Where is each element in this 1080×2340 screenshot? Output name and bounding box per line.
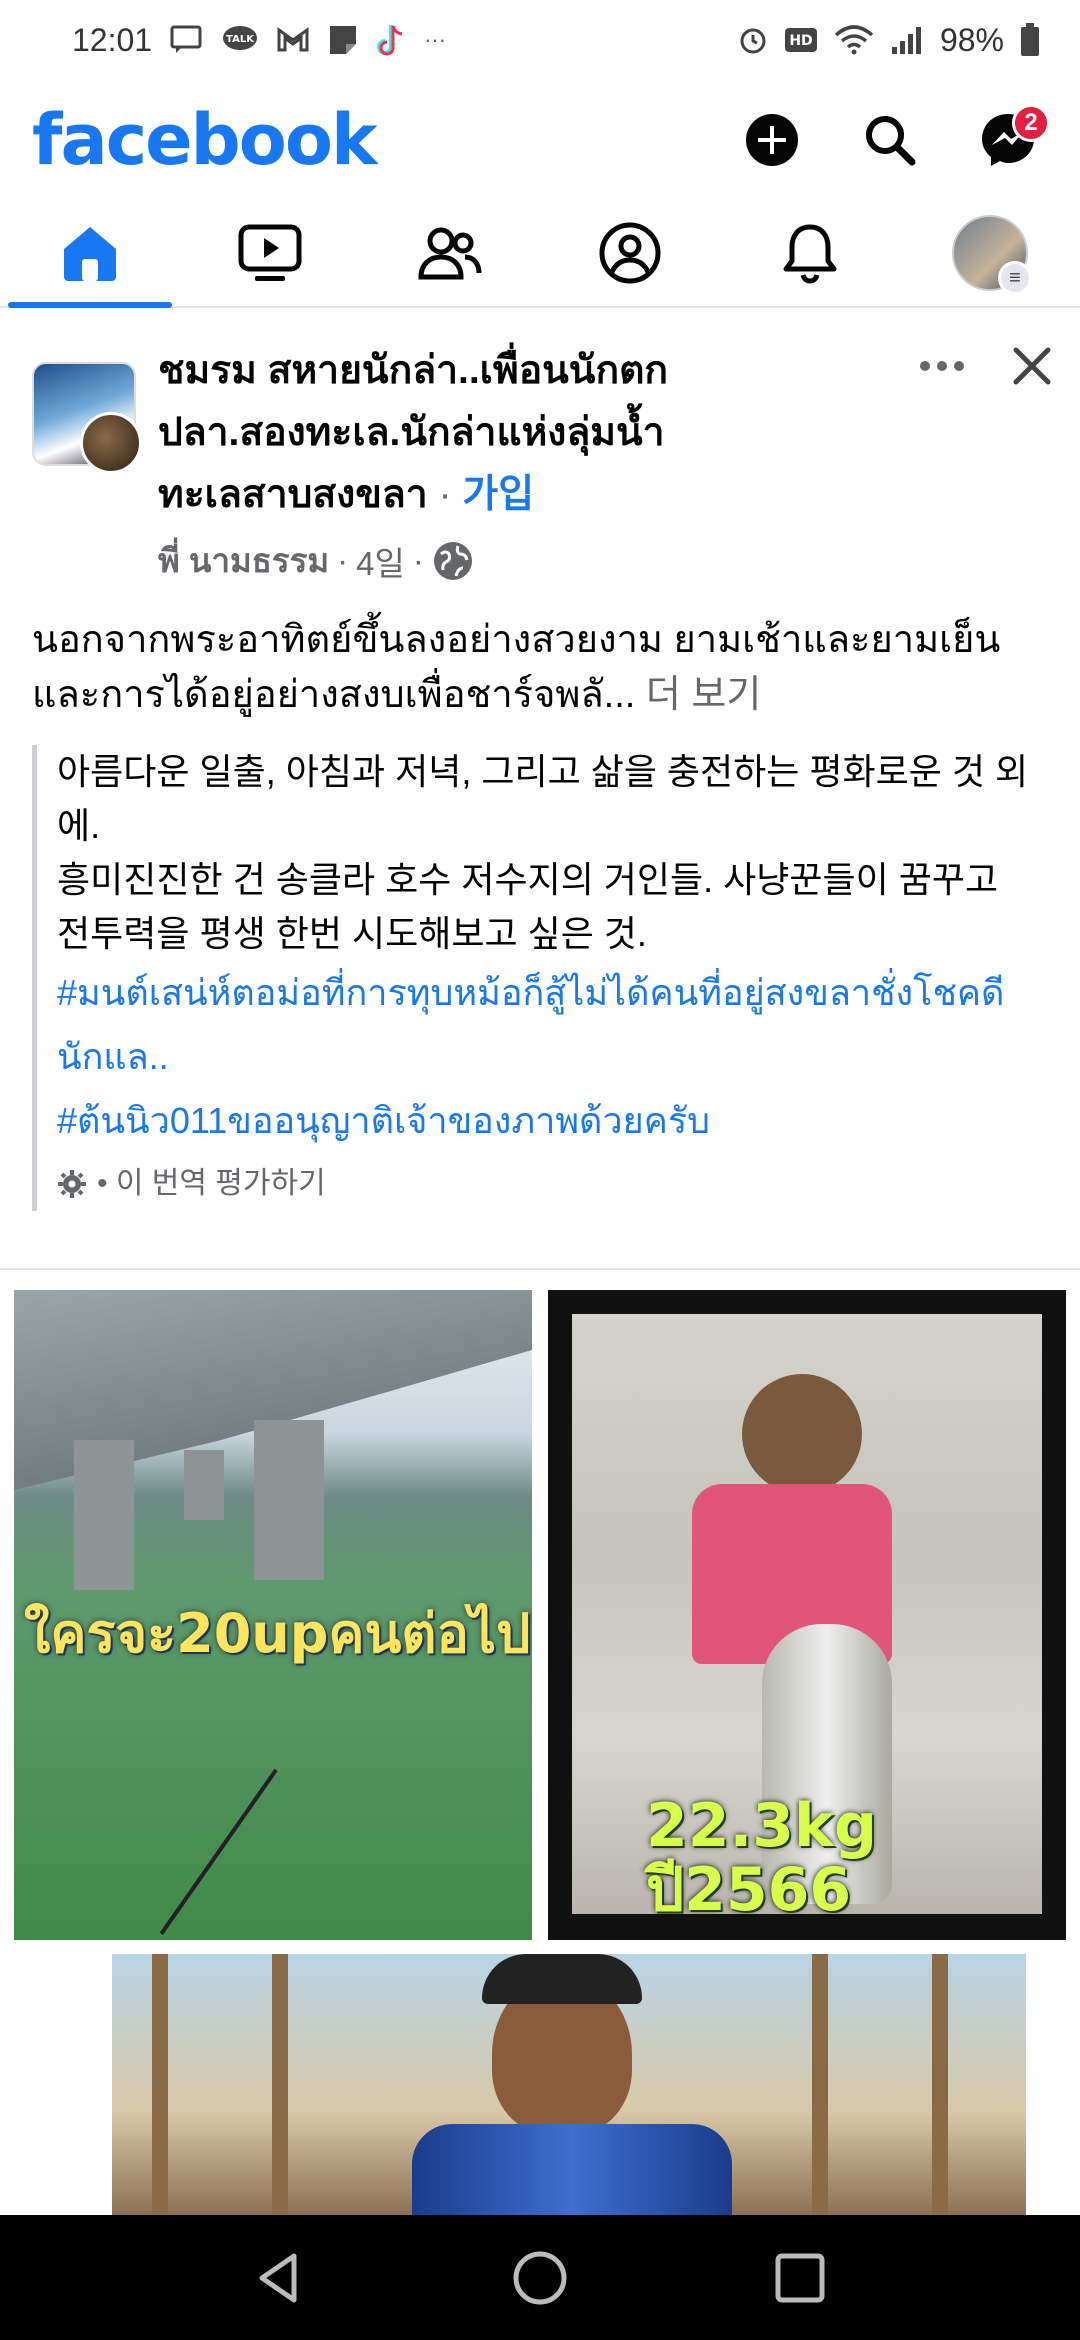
author-avatar[interactable]: [80, 412, 142, 474]
catch-year: ปี2566: [646, 1855, 852, 1925]
search-button[interactable]: [850, 100, 930, 180]
close-icon[interactable]: [1010, 344, 1054, 388]
bell-icon: [783, 224, 837, 284]
post-photos: ใครจะ20upคนต่อไป? 22.3kg ปี2566: [0, 1268, 1080, 2217]
photo-fish-catch[interactable]: 22.3kg ปี2566: [548, 1290, 1066, 1940]
rate-translation[interactable]: • 이 번역 평가하기: [57, 1157, 1032, 1211]
tab-video[interactable]: [180, 200, 360, 306]
photo-fisherman[interactable]: [112, 1954, 1026, 2217]
bridge-pillar: [184, 1450, 224, 1520]
author-name[interactable]: พี่ นามธรรม: [158, 534, 329, 587]
facebook-logo[interactable]: facebook: [32, 99, 378, 181]
man-jersey: [412, 2124, 732, 2217]
group-name[interactable]: ชมรม สหายนักล่า..เพื่อนนักตกปลา.สองทะเล.…: [158, 349, 668, 516]
alarm-icon: [738, 25, 768, 55]
tab-profile[interactable]: [540, 200, 720, 306]
feed-post: ชมรม สหายนักล่า..เพื่อนนักตกปลา.สองทะเล.…: [0, 318, 1080, 1211]
back-icon[interactable]: [250, 2248, 310, 2308]
post-body: นอกจากพระอาทิตย์ขึ้นลงอย่างสวยงาม ยามเช้…: [32, 619, 1001, 716]
photo-caption-1: ใครจะ20upคนต่อไป?: [24, 1602, 532, 1665]
photo-frame: 22.3kg ปี2566: [572, 1314, 1042, 1922]
post-subtitle: พี่ นามธรรม · 4일 ·: [158, 534, 778, 587]
tab-home[interactable]: [0, 200, 180, 308]
battery-icon: [1020, 23, 1040, 57]
photo-bridge[interactable]: ใครจะ20upคนต่อไป?: [14, 1290, 532, 1940]
profile-icon: [599, 222, 661, 284]
person-head: [742, 1374, 862, 1494]
avatar: ≡: [952, 215, 1032, 295]
app-header: facebook 2: [0, 80, 1080, 200]
gear-icon: [58, 1170, 86, 1198]
bamboo-pole: [272, 1954, 288, 2217]
tiktok-notification-icon: [376, 23, 406, 57]
group-name-line: ชมรม สหายนักล่า..เพื่อนนักตกปลา.สองทะเล.…: [158, 340, 778, 526]
system-nav-bar: [0, 2215, 1080, 2340]
hd-voice-icon: HD: [784, 27, 818, 53]
hashtag-link-2[interactable]: #ต้นนิว011ขออนุญาติเจ้าของภาพด้วยครับ: [57, 1089, 1032, 1153]
translation-block: 아름다운 일출, 아침과 저녁, 그리고 삶을 충전하는 평화로운 것 외에. …: [32, 745, 1032, 1211]
fishing-rod: [159, 1768, 278, 1935]
tab-friends[interactable]: [360, 200, 540, 306]
home-icon: [64, 227, 116, 281]
messenger-badge: 2: [1012, 104, 1050, 142]
home-button-icon[interactable]: [510, 2248, 570, 2308]
create-button[interactable]: [732, 100, 812, 180]
svg-text:HD: HD: [789, 33, 812, 49]
recents-icon[interactable]: [770, 2248, 830, 2308]
globe-icon: [433, 541, 472, 580]
separator: ·: [427, 473, 463, 516]
gmail-notification-icon: [276, 26, 310, 54]
dot-separator-2: ·: [412, 541, 424, 579]
translation-line-2: 흥미진진한 건 송클라 호수 저수지의 거인들. 사냥꾼들이 꿈꾸고 전투력을 …: [57, 859, 999, 954]
video-icon: [238, 224, 302, 281]
post-time[interactable]: 4일: [356, 537, 405, 585]
friends-icon: [418, 227, 482, 280]
bridge-pillar: [254, 1420, 324, 1580]
message-notification-icon: [170, 25, 204, 55]
menu-icon: ≡: [998, 261, 1032, 295]
dot-separator: ·: [337, 541, 349, 579]
wifi-icon: [834, 25, 874, 55]
talk-notification-icon: TALK: [222, 25, 258, 55]
see-more-link[interactable]: 더 보기: [646, 674, 761, 716]
man-cap: [482, 1954, 642, 2004]
main-nav: ≡: [0, 200, 1080, 308]
tab-notifications[interactable]: [720, 200, 900, 306]
plus-icon: [746, 114, 798, 166]
group-avatar[interactable]: [32, 362, 142, 474]
bamboo-pole: [152, 1954, 168, 2217]
tab-menu[interactable]: ≡: [900, 200, 1080, 306]
more-options-icon[interactable]: [918, 358, 966, 374]
hashtag-link-1[interactable]: #มนต์เสน่ห์ตอม่อที่การทุบหม้อก็สู้ไม่ได้…: [57, 961, 1032, 1089]
status-bar: 12:01 TALK ··· HD 98%: [0, 0, 1080, 80]
catch-weight: 22.3kg: [646, 1791, 877, 1861]
note-notification-icon: [328, 24, 358, 56]
join-button[interactable]: 가입: [462, 473, 534, 516]
search-icon: [866, 116, 916, 166]
translation-line-1: 아름다운 일출, 아침과 저녁, 그리고 삶을 충전하는 평화로운 것 외에.: [57, 751, 1029, 846]
bridge-pillar: [74, 1440, 134, 1590]
bamboo-pole: [812, 1954, 828, 2217]
photo-caption-2: 22.3kg ปี2566: [646, 1794, 877, 1922]
post-text: นอกจากพระอาทิตย์ขึ้นลงอย่างสวยงาม ยามเช้…: [0, 613, 1080, 723]
signal-icon: [890, 25, 924, 55]
svg-text:TALK: TALK: [226, 34, 255, 45]
more-notifications-icon: ···: [424, 27, 447, 52]
rate-translation-label: • 이 번역 평가하기: [97, 1167, 326, 1200]
messenger-button[interactable]: 2: [968, 100, 1050, 180]
bamboo-pole: [932, 1954, 948, 2217]
clock: 12:01: [72, 21, 153, 58]
battery-percent: 98%: [939, 21, 1004, 58]
